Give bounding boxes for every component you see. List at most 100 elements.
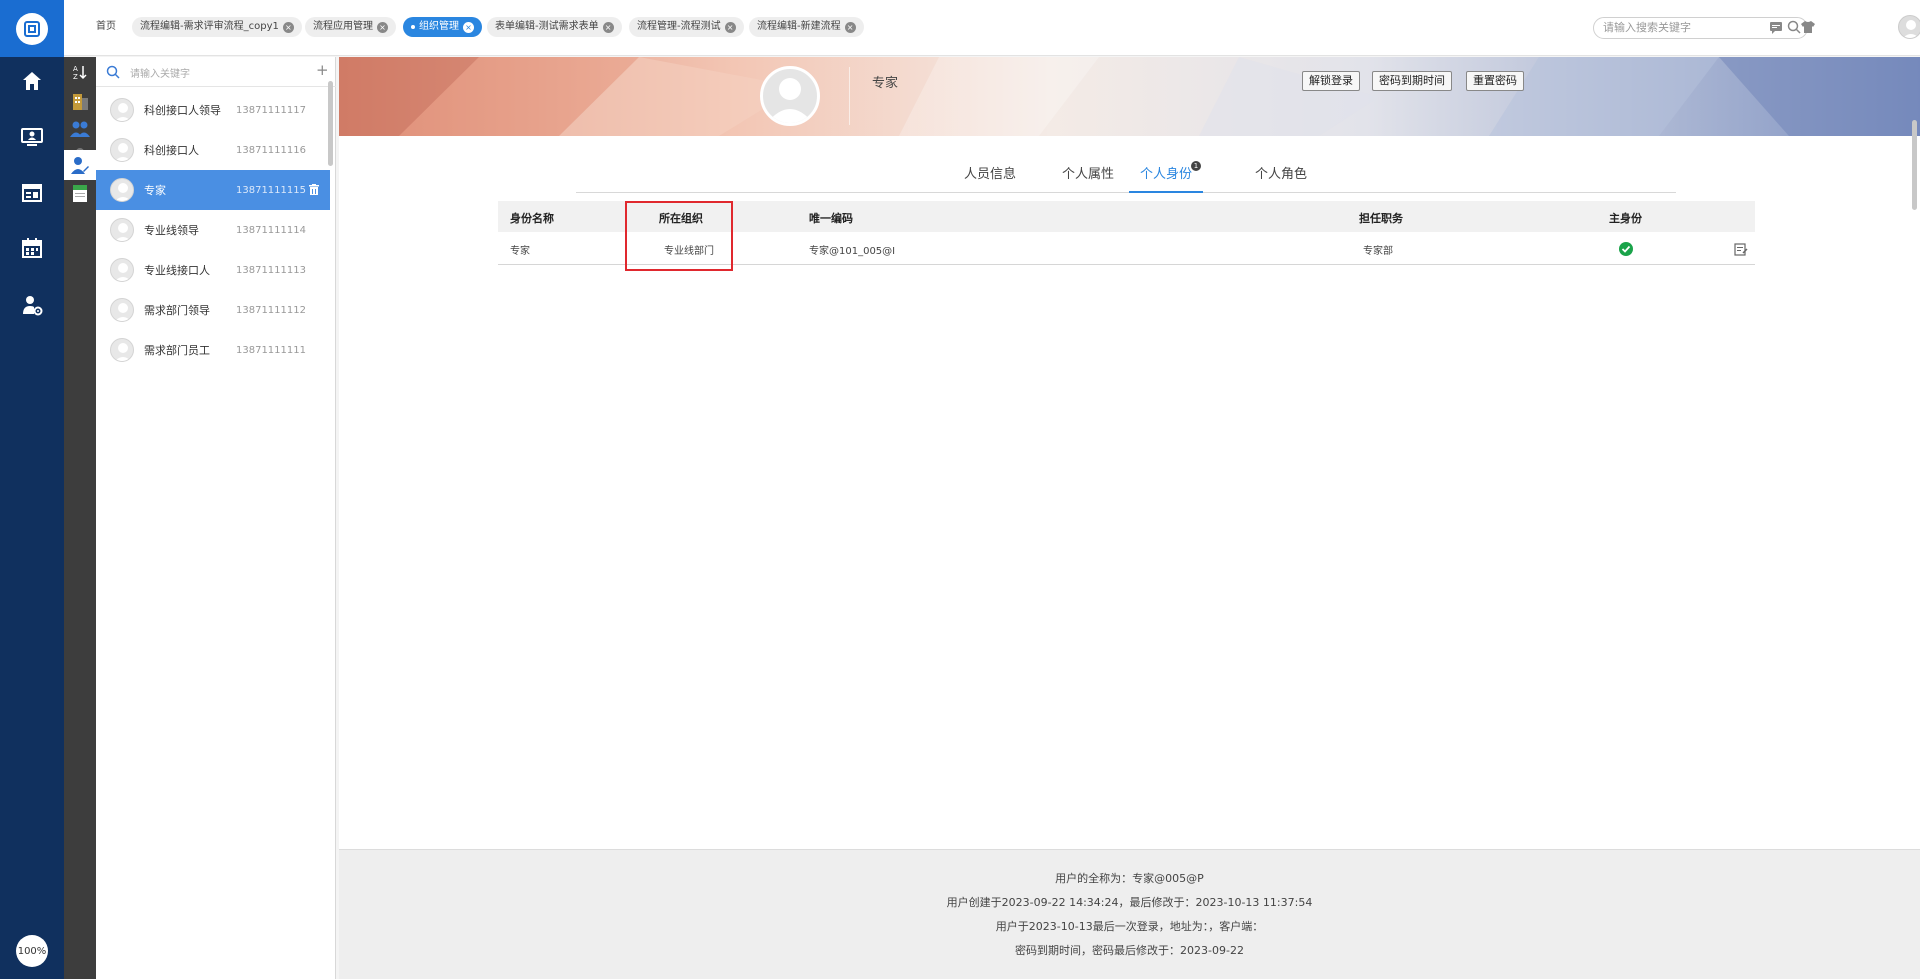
user-edit-icon xyxy=(71,157,89,174)
cell-code: 专家@101_005@I xyxy=(809,246,896,257)
add-user-button[interactable]: + xyxy=(316,61,329,79)
trash-icon[interactable] xyxy=(308,184,320,196)
org-unit-button[interactable] xyxy=(64,86,96,116)
group-button[interactable] xyxy=(64,114,96,144)
user-settings-icon xyxy=(23,296,43,316)
list-item-selected[interactable]: 专家 13871111115 xyxy=(96,170,330,210)
profile-avatar[interactable] xyxy=(760,66,820,126)
dashboard-icon xyxy=(22,184,42,202)
footer-created-modified: 用户创建于2023-09-22 14:34:24，最后修改于：2023-10-1… xyxy=(946,896,1313,909)
unlock-login-button[interactable]: 解锁登录 xyxy=(1302,71,1360,91)
cell-position: 专家部 xyxy=(1363,246,1393,257)
close-icon[interactable]: × xyxy=(463,21,474,33)
tab-person-info[interactable]: 人员信息 xyxy=(964,157,1016,193)
main-scrollbar[interactable] xyxy=(1912,120,1917,210)
tab-process-edit-copy1[interactable]: 流程编辑-需求评审流程_copy1 × xyxy=(132,17,302,37)
avatar[interactable] xyxy=(1898,15,1920,39)
user-detail-panel: 专家 解锁登录 密码到期时间 重置密码 人员信息 个人属性 个人身份 1 个人角… xyxy=(339,57,1920,979)
list-item[interactable]: 需求部门员工 13871111111 xyxy=(96,330,330,370)
group-icon xyxy=(70,121,90,137)
user-name: 需求部门员工 xyxy=(144,344,210,357)
user-phone: 13871111117 xyxy=(236,104,306,116)
banner-background xyxy=(339,57,1920,136)
avatar xyxy=(110,138,134,162)
user-phone: 13871111113 xyxy=(236,264,306,276)
close-icon[interactable]: × xyxy=(377,21,388,33)
avatar xyxy=(110,218,134,242)
sort-button[interactable]: AZ xyxy=(64,57,96,87)
tab-label: 流程编辑-新建流程 xyxy=(757,21,841,32)
password-expiry-button[interactable]: 密码到期时间 xyxy=(1372,71,1452,91)
nav-dashboard[interactable] xyxy=(0,169,64,217)
user-audit-footer: 用户的全称为：专家@005@P 用户创建于2023-09-22 14:34:24… xyxy=(339,849,1920,979)
user-search-input[interactable]: 请输入关键字 xyxy=(130,65,190,80)
logo-icon xyxy=(16,12,48,45)
tab-home[interactable]: 首页 xyxy=(88,17,124,37)
monitor-user-icon xyxy=(21,128,43,146)
tab-process-app-mgmt[interactable]: 流程应用管理 × xyxy=(305,17,396,37)
footer-fullname: 用户的全称为：专家@005@P xyxy=(1055,872,1204,885)
user-search-bar: 请输入关键字 + xyxy=(96,57,336,87)
user-name: 需求部门领导 xyxy=(144,304,210,317)
sort-az-icon: AZ xyxy=(73,65,87,80)
tab-label: 流程编辑-需求评审流程_copy1 xyxy=(140,21,279,32)
message-icon[interactable] xyxy=(1768,19,1784,35)
footer-last-login: 用户于2023-10-13最后一次登录，地址为：，客户端： xyxy=(995,920,1264,933)
document-icon xyxy=(73,185,87,202)
tab-label: 流程管理-流程测试 xyxy=(637,21,721,32)
check-circle-icon xyxy=(1619,242,1633,256)
svg-text:Z: Z xyxy=(73,73,78,80)
cell-name: 专家 xyxy=(510,246,530,257)
nav-user-settings[interactable] xyxy=(0,281,64,329)
user-phone: 13871111114 xyxy=(236,224,306,236)
user-button[interactable] xyxy=(64,150,96,180)
top-bar: 首页 流程编辑-需求评审流程_copy1 × 流程应用管理 × 组织管理 × 表… xyxy=(64,0,1920,56)
shirt-icon[interactable] xyxy=(1800,19,1816,35)
list-item[interactable]: 专业线接口人 13871111113 xyxy=(96,250,330,290)
home-icon xyxy=(23,72,41,90)
list-item[interactable]: 需求部门领导 13871111112 xyxy=(96,290,330,330)
count-badge: 1 xyxy=(1191,161,1202,171)
nav-calendar[interactable] xyxy=(0,224,64,272)
tab-process-edit-new[interactable]: 流程编辑-新建流程 × xyxy=(749,17,864,37)
user-phone: 13871111115 xyxy=(236,184,306,196)
tab-personal-identity[interactable]: 个人身份 1 xyxy=(1129,157,1204,193)
col-header-name[interactable]: 身份名称 xyxy=(510,210,554,226)
close-icon[interactable]: × xyxy=(282,21,294,33)
close-icon[interactable]: × xyxy=(844,21,856,33)
list-item[interactable]: 科创接口人领导 13871111117 xyxy=(96,90,330,130)
nav-home[interactable] xyxy=(0,57,64,105)
svg-text:A: A xyxy=(73,65,78,73)
tab-process-mgmt-test[interactable]: 流程管理-流程测试 × xyxy=(629,17,744,37)
detail-tabs: 人员信息 个人属性 个人身份 1 个人角色 xyxy=(576,157,1676,193)
app-logo[interactable] xyxy=(0,0,64,57)
zoom-indicator[interactable]: 100% xyxy=(16,935,48,967)
search-icon xyxy=(106,65,120,79)
user-name: 专业线领导 xyxy=(144,224,199,237)
col-header-primary[interactable]: 主身份 xyxy=(1609,210,1642,226)
tab-form-edit[interactable]: 表单编辑-测试需求表单 × xyxy=(487,17,622,37)
reset-password-button[interactable]: 重置密码 xyxy=(1466,71,1524,91)
user-name: 科创接口人领导 xyxy=(144,104,221,117)
tab-personal-roles[interactable]: 个人角色 xyxy=(1255,157,1307,193)
avatar xyxy=(110,178,134,202)
list-scrollbar[interactable] xyxy=(328,81,333,166)
highlight-annotation-box xyxy=(625,201,733,271)
list-item[interactable]: 专业线领导 13871111114 xyxy=(96,210,330,250)
col-header-code[interactable]: 唯一编码 xyxy=(809,210,853,226)
tab-org-mgmt[interactable]: 组织管理 × xyxy=(403,17,482,37)
edit-icon[interactable] xyxy=(1734,242,1748,256)
close-icon[interactable]: × xyxy=(602,21,614,33)
list-item[interactable]: 科创接口人 13871111116 xyxy=(96,130,330,170)
close-icon[interactable]: × xyxy=(724,21,736,33)
user-list-panel: 请输入关键字 + 科创接口人领导 13871111117 科创接口人 13871… xyxy=(96,57,336,979)
document-button[interactable] xyxy=(64,178,96,208)
org-type-toolbar: AZ xyxy=(64,57,96,979)
tab-personal-attributes[interactable]: 个人属性 xyxy=(1062,157,1114,193)
search-icon[interactable] xyxy=(1787,20,1801,34)
tab-label: 首页 xyxy=(96,21,116,32)
nav-monitor[interactable] xyxy=(0,113,64,161)
zoom-level: 100% xyxy=(17,945,47,957)
avatar xyxy=(110,258,134,282)
col-header-position[interactable]: 担任职务 xyxy=(1359,210,1403,226)
